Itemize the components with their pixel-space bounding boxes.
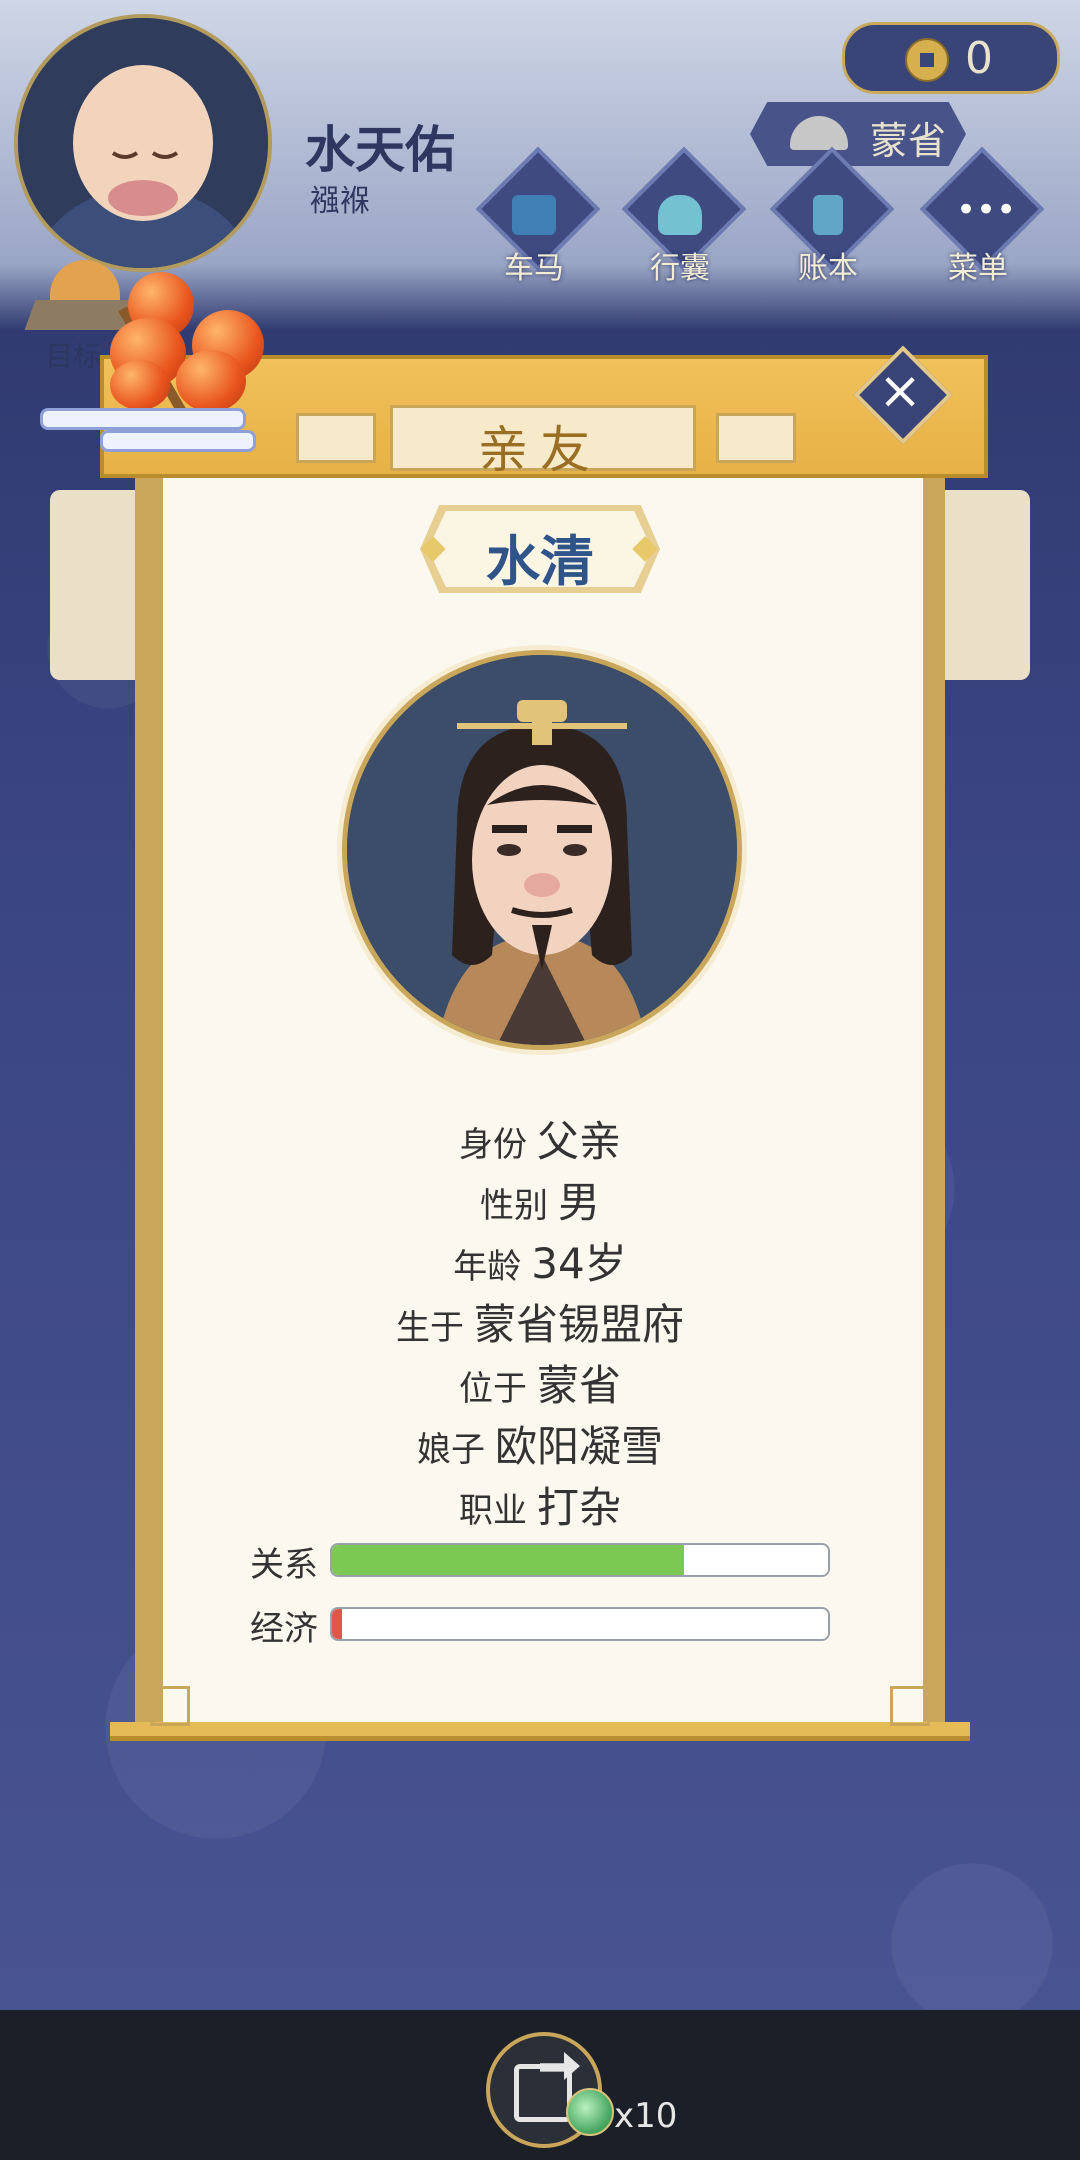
info-key: 生于 bbox=[395, 1308, 464, 1348]
person-name: 水清 bbox=[486, 530, 594, 593]
info-row-birthplace: 生于 蒙省锡盟府 bbox=[160, 1291, 920, 1352]
info-value: 男 bbox=[557, 1178, 600, 1227]
ledger-icon bbox=[813, 195, 843, 235]
baby-portrait-icon bbox=[18, 18, 268, 268]
tanghulu-icon bbox=[110, 360, 170, 410]
info-row-wife: 娘子 欧阳凝雪 bbox=[160, 1413, 920, 1474]
nav-menu-label: 菜单 bbox=[948, 251, 1008, 286]
info-value: 蒙省 bbox=[536, 1361, 621, 1410]
economy-bar bbox=[330, 1607, 830, 1641]
target-label: 目标 bbox=[45, 340, 102, 373]
info-value: 欧阳凝雪 bbox=[494, 1422, 663, 1471]
player-stage: 襁褓 bbox=[310, 184, 370, 219]
cloud-decoration bbox=[100, 430, 256, 452]
info-value: 蒙省锡盟府 bbox=[473, 1300, 684, 1349]
info-value: 父亲 bbox=[536, 1117, 621, 1166]
carriage-icon bbox=[512, 195, 556, 235]
scroll-tab-right bbox=[716, 413, 796, 463]
info-value: 打杂 bbox=[536, 1483, 621, 1532]
economy-bar-fill bbox=[332, 1609, 342, 1639]
nav-ledger-label: 账本 bbox=[798, 251, 858, 286]
scroll-tab-left bbox=[296, 413, 376, 463]
reward-multiplier: x10 bbox=[614, 2096, 678, 2136]
sedan-icon bbox=[790, 116, 848, 150]
info-row-location: 位于 蒙省 bbox=[160, 1352, 920, 1413]
info-row-gender: 性别男 bbox=[160, 1169, 920, 1230]
info-row-age: 年龄 34岁 bbox=[160, 1230, 920, 1291]
nav-carriage-label: 车马 bbox=[504, 251, 564, 286]
province-label: 蒙省 bbox=[870, 119, 947, 163]
nav-menu-button[interactable]: ••• 菜单 bbox=[918, 146, 1045, 286]
nav-carriage-button[interactable]: 车马 bbox=[474, 146, 601, 286]
coin-value: 0 bbox=[965, 33, 993, 84]
cloud-decoration bbox=[40, 408, 246, 430]
corner-ornament bbox=[150, 1686, 190, 1726]
father-portrait-icon bbox=[347, 655, 737, 1045]
share-icon bbox=[514, 2064, 572, 2122]
corner-ornament bbox=[890, 1686, 930, 1726]
nav-bag-button[interactable]: 行囊 bbox=[620, 146, 747, 286]
player-avatar[interactable] bbox=[14, 14, 272, 272]
economy-label: 经济 bbox=[250, 1609, 318, 1649]
info-key: 娘子 bbox=[416, 1430, 485, 1470]
bag-icon bbox=[658, 195, 702, 235]
menu-icon: ••• bbox=[956, 190, 1017, 230]
scroll-footer bbox=[110, 1722, 970, 1741]
close-icon[interactable]: × bbox=[874, 361, 926, 421]
info-row-identity: 身份 父亲 bbox=[160, 1108, 920, 1169]
nav-bag-label: 行囊 bbox=[650, 251, 710, 286]
coin-counter[interactable]: 0 bbox=[842, 22, 1060, 94]
info-row-occupation: 职业 打杂 bbox=[160, 1474, 920, 1535]
info-key: 年龄 bbox=[453, 1247, 522, 1287]
info-key: 位于 bbox=[458, 1369, 527, 1409]
nav-ledger-button[interactable]: 账本 bbox=[768, 146, 895, 286]
info-key: 职业 bbox=[458, 1491, 527, 1531]
info-key: 身份 bbox=[458, 1125, 527, 1165]
info-key: 性别 bbox=[479, 1186, 548, 1226]
coin-icon bbox=[905, 38, 949, 82]
jade-icon bbox=[566, 2088, 614, 2136]
relationship-label: 关系 bbox=[250, 1545, 318, 1585]
person-portrait bbox=[342, 650, 742, 1050]
player-name: 水天佑 bbox=[305, 121, 455, 179]
panel-title: 亲友 bbox=[478, 421, 602, 479]
tanghulu-icon bbox=[176, 350, 246, 412]
info-value: 34岁 bbox=[531, 1239, 627, 1288]
province-button[interactable]: 蒙省 bbox=[750, 102, 966, 166]
relationship-bar-fill bbox=[332, 1545, 685, 1575]
relationship-bar bbox=[330, 1543, 830, 1577]
